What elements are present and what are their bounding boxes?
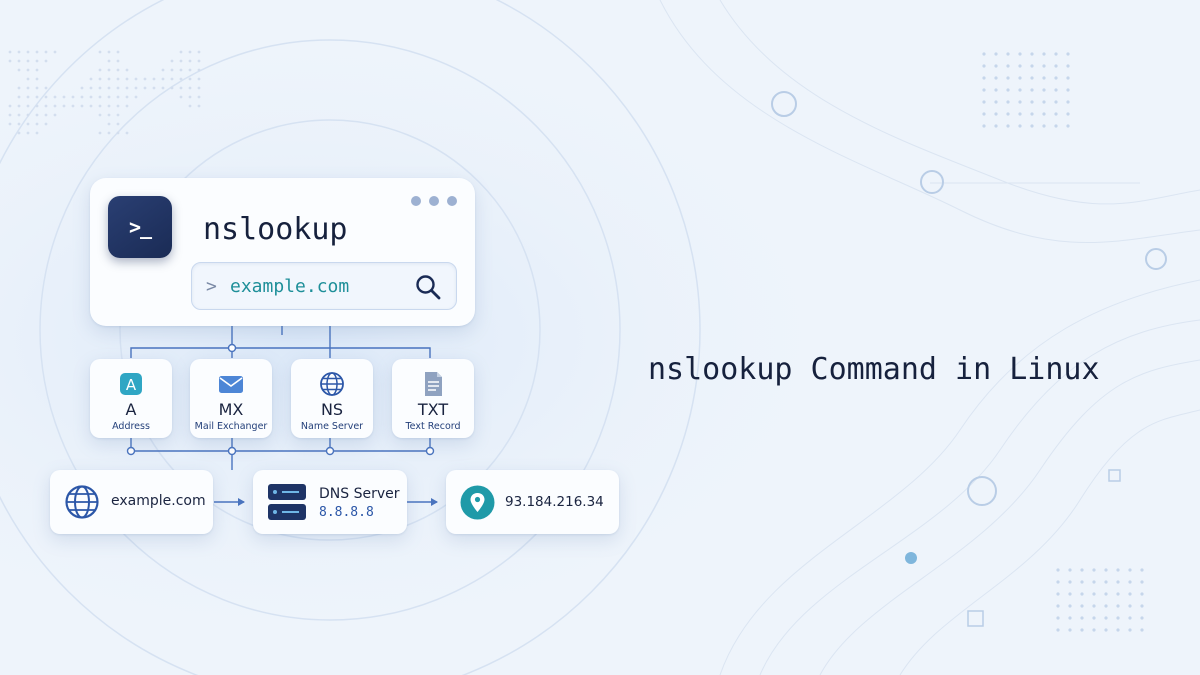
server-icon — [268, 484, 306, 520]
domain-name: example.com — [111, 493, 206, 509]
nslookup-command-card: >_ nslookup > example.com — [90, 178, 475, 326]
query-text: example.com — [230, 276, 350, 297]
query-input[interactable]: > example.com — [191, 262, 457, 310]
record-type: NS — [320, 400, 344, 419]
resolved-ip: 93.184.216.34 — [505, 494, 604, 510]
terminal-icon: >_ — [108, 196, 172, 258]
prompt-symbol: > — [206, 276, 217, 297]
page-title: nslookup Command in Linux — [648, 352, 1100, 387]
record-description: Address — [112, 421, 150, 432]
record-type: MX — [218, 400, 244, 419]
record-card-a: A A Address — [90, 359, 172, 438]
window-dot — [429, 196, 439, 206]
a-record-icon: A — [120, 373, 142, 395]
svg-text:A: A — [126, 376, 137, 394]
mail-icon — [219, 376, 243, 393]
record-description: Mail Exchanger — [194, 421, 268, 432]
record-card-ns: NS Name Server — [291, 359, 373, 438]
record-description: Name Server — [300, 421, 364, 432]
record-type: TXT — [417, 400, 449, 419]
record-card-mx: MX Mail Exchanger — [190, 359, 272, 438]
record-card-txt: TXT Text Record — [392, 359, 474, 438]
command-title: nslookup — [203, 212, 348, 247]
window-dot — [447, 196, 457, 206]
window-dots — [411, 196, 457, 206]
globe-icon — [320, 372, 344, 396]
dns-server-ip: 8.8.8.8 — [319, 505, 374, 520]
record-description: Text Record — [405, 421, 461, 432]
result-card: 93.184.216.34 — [446, 470, 619, 534]
dns-server-card: DNS Server 8.8.8.8 — [253, 470, 407, 534]
globe-icon — [65, 485, 99, 519]
background-decoration — [0, 0, 1200, 675]
document-icon — [425, 372, 442, 396]
record-type: A — [125, 400, 137, 419]
domain-card: example.com — [50, 470, 213, 534]
location-pin-icon — [460, 485, 495, 520]
search-icon[interactable] — [414, 273, 442, 301]
dns-server-label: DNS Server — [319, 486, 400, 502]
window-dot — [411, 196, 421, 206]
